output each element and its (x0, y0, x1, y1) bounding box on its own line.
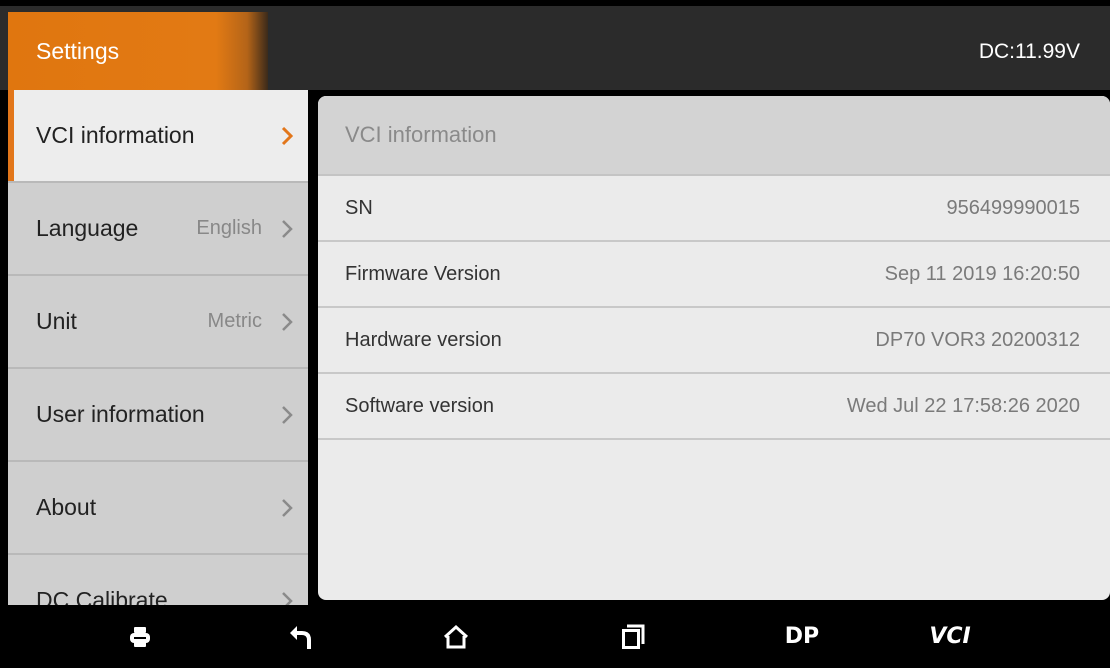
vci-label: VCI (929, 624, 971, 649)
info-key: Firmware Version (345, 262, 501, 285)
info-key: Hardware version (345, 328, 502, 351)
home-icon[interactable] (426, 605, 486, 668)
sidebar-item-value: Metric (207, 310, 262, 332)
chevron-right-icon (274, 123, 300, 149)
sidebar-item-language[interactable]: Language English (8, 183, 308, 276)
chevron-right-icon (274, 309, 300, 335)
sidebar-item-label: VCI information (36, 122, 195, 148)
sidebar-item-label: Unit (36, 308, 77, 334)
panel-title: VCI information (318, 96, 1110, 176)
sidebar-item-vci-information[interactable]: VCI information (8, 90, 308, 183)
info-value: 956499990015 (946, 196, 1080, 219)
info-row-sn: SN 956499990015 (318, 176, 1110, 242)
info-value: Wed Jul 22 17:58:26 2020 (846, 394, 1080, 417)
printer-icon[interactable] (110, 605, 170, 668)
dp-label: DP (784, 624, 820, 649)
vci-information-panel: VCI information SN 956499990015 Firmware… (318, 96, 1110, 600)
dp-button[interactable]: DP (772, 605, 832, 668)
sidebar-item-label: User information (36, 401, 205, 427)
info-key: SN (345, 196, 373, 219)
sidebar-item-dc-calibrate[interactable]: DC Calibrate (8, 555, 308, 605)
chevron-right-icon (274, 495, 300, 521)
recent-apps-icon[interactable] (603, 605, 663, 668)
info-key: Software version (345, 394, 494, 417)
title-bar: Settings DC:11.99V (0, 0, 1110, 90)
sidebar-item-label: DC Calibrate (36, 587, 168, 605)
chevron-right-icon (274, 402, 300, 428)
sidebar-item-label: About (36, 494, 97, 520)
back-icon[interactable] (270, 605, 330, 668)
info-value: Sep 11 2019 16:20:50 (884, 262, 1080, 285)
info-row-firmware-version: Firmware Version Sep 11 2019 16:20:50 (318, 242, 1110, 308)
info-row-software-version: Software version Wed Jul 22 17:58:26 202… (318, 374, 1110, 440)
chevron-right-icon (274, 216, 300, 242)
dc-voltage-readout: DC:11.99V (978, 40, 1080, 63)
chevron-right-icon (274, 588, 300, 605)
vci-button[interactable]: VCI (920, 605, 980, 668)
settings-tab: Settings (8, 12, 268, 90)
page-title: Settings (36, 37, 120, 64)
settings-sidebar: VCI information Language English Unit Me… (8, 90, 308, 605)
sidebar-item-label: Language (36, 215, 139, 241)
bottom-nav-bar: DP VCI (0, 605, 1110, 668)
sidebar-item-value: English (196, 217, 262, 239)
sidebar-item-user-information[interactable]: User information (8, 369, 308, 462)
sidebar-item-about[interactable]: About (8, 462, 308, 555)
info-value: DP70 VOR3 20200312 (875, 328, 1080, 351)
info-row-hardware-version: Hardware version DP70 VOR3 20200312 (318, 308, 1110, 374)
sidebar-item-unit[interactable]: Unit Metric (8, 276, 308, 369)
